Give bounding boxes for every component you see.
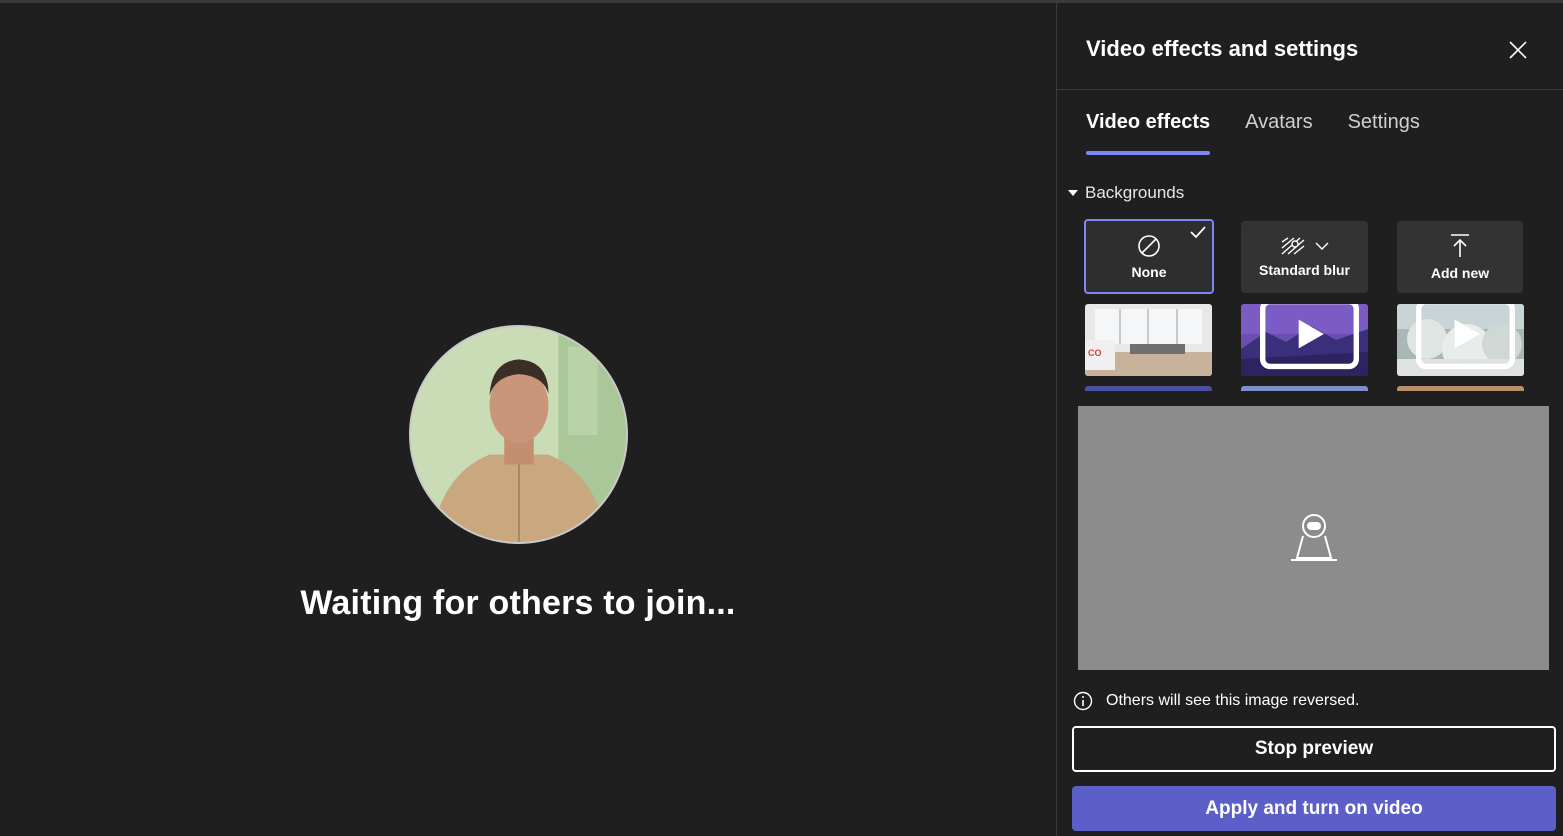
close-button[interactable] bbox=[1504, 36, 1532, 64]
info-row: Others will see this image reversed. bbox=[1073, 691, 1359, 711]
caret-down-icon bbox=[1068, 190, 1078, 196]
tab-video-effects[interactable]: Video effects bbox=[1086, 111, 1211, 155]
tab-bar: Video effects Avatars Settings bbox=[1086, 111, 1455, 159]
backgrounds-section-toggle[interactable]: Backgrounds bbox=[1068, 183, 1184, 203]
checkmark-icon bbox=[1190, 226, 1206, 239]
waiting-status: Waiting for others to join... bbox=[300, 584, 736, 622]
meeting-stage: Waiting for others to join... bbox=[0, 3, 1056, 836]
info-icon bbox=[1073, 691, 1093, 711]
background-blur-tile[interactable]: Standard blur bbox=[1241, 221, 1368, 293]
stop-preview-button[interactable]: Stop preview bbox=[1072, 726, 1556, 772]
partial-background-tile bbox=[1085, 386, 1212, 391]
svg-text:CO: CO bbox=[1088, 348, 1102, 358]
camera-off-icon bbox=[1290, 514, 1337, 561]
tab-avatars[interactable]: Avatars bbox=[1245, 111, 1312, 155]
background-purple-mountains-tile[interactable] bbox=[1241, 304, 1368, 376]
info-text: Others will see this image reversed. bbox=[1106, 692, 1360, 709]
video-preview bbox=[1078, 406, 1549, 670]
video-effects-panel: Video effects and settings Video effects… bbox=[1056, 3, 1563, 836]
tab-settings[interactable]: Settings bbox=[1348, 111, 1420, 155]
backgrounds-label: Backgrounds bbox=[1085, 183, 1185, 202]
background-snowy-trees-tile[interactable] bbox=[1397, 304, 1524, 376]
panel-title: Video effects and settings bbox=[1086, 36, 1359, 61]
office-image: CO bbox=[1085, 304, 1212, 376]
panel-header: Video effects and settings bbox=[1057, 3, 1563, 90]
chevron-down-icon[interactable] bbox=[1314, 241, 1330, 251]
upload-icon bbox=[1451, 234, 1469, 257]
none-label: None bbox=[1131, 263, 1167, 280]
add-new-label: Add new bbox=[1430, 265, 1490, 281]
standard-blur-label: Standard blur bbox=[1258, 262, 1350, 278]
blur-icon bbox=[1281, 237, 1304, 255]
partial-background-tile bbox=[1397, 386, 1524, 391]
add-new-background-tile[interactable]: Add new bbox=[1397, 221, 1523, 293]
video-background-icon bbox=[1260, 304, 1359, 370]
background-office-tile[interactable]: CO bbox=[1085, 304, 1212, 376]
apply-and-turn-on-video-button[interactable]: Apply and turn on video bbox=[1072, 786, 1556, 831]
none-icon bbox=[1138, 234, 1160, 257]
close-icon bbox=[1509, 41, 1527, 59]
partial-background-tile bbox=[1241, 386, 1368, 391]
background-none-tile[interactable]: None bbox=[1084, 219, 1214, 294]
video-background-icon bbox=[1416, 304, 1515, 370]
user-avatar bbox=[409, 325, 628, 544]
avatar-photo bbox=[411, 327, 626, 542]
